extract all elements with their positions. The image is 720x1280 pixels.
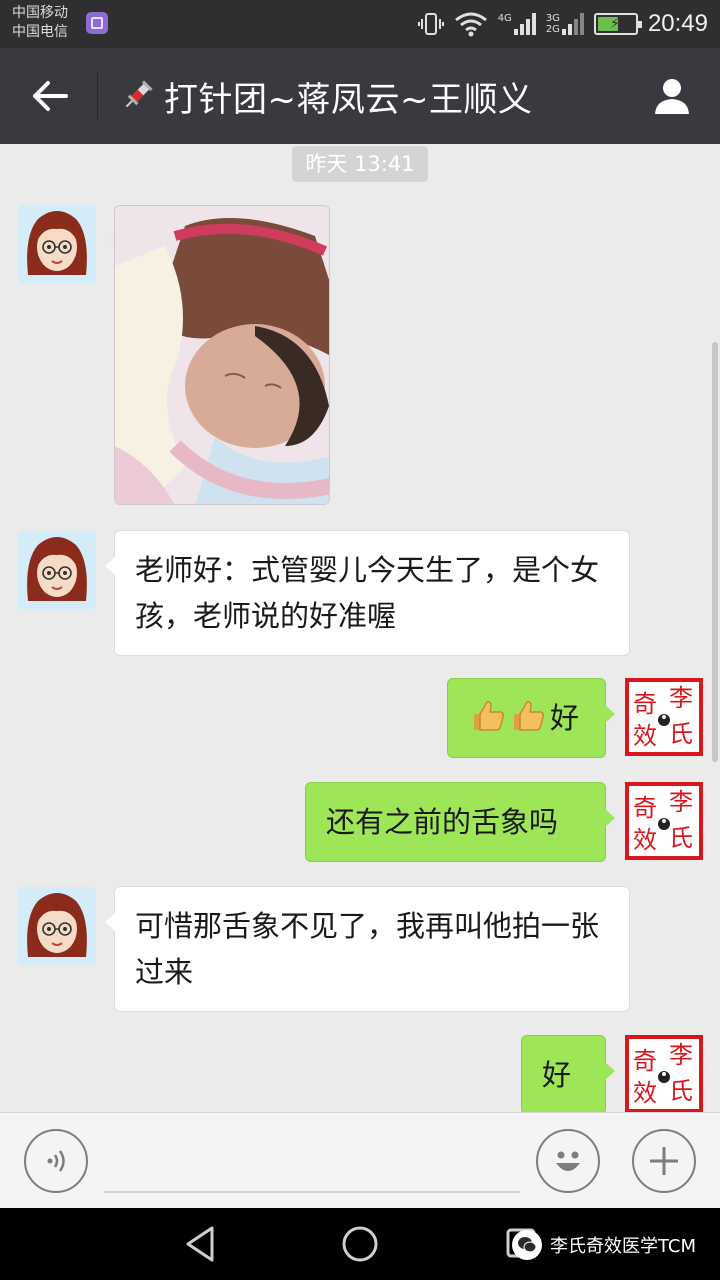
svg-text:氏: 氏 (669, 720, 693, 748)
system-nav-bar: 李氏奇效医学TCM (0, 1208, 720, 1280)
cartoon-girl-avatar-icon (18, 887, 96, 965)
nav-home-button[interactable] (338, 1222, 382, 1266)
seal-logo-icon: 奇 李 效 氏 (625, 678, 703, 756)
message-text: 好 (550, 701, 580, 735)
photo-bubble-tail (104, 232, 114, 250)
thumbs-up-icon (470, 698, 506, 734)
triangle-back-icon (186, 1226, 214, 1262)
outgoing-message[interactable]: 好 (521, 1035, 615, 1112)
svg-text:李: 李 (669, 1041, 693, 1069)
syringe-icon (125, 80, 153, 108)
network-4g-label: 4G (497, 13, 512, 24)
status-icons: 4G 3G 2G ⚡ 20:49 (417, 0, 708, 48)
title-bar: 打针团~蒋凤云~王顺义 (0, 48, 720, 144)
cartoon-girl-avatar-icon (18, 205, 96, 283)
outgoing-message[interactable]: 好 (447, 678, 615, 758)
wifi-icon (454, 11, 488, 37)
more-options-button[interactable] (632, 1129, 696, 1193)
svg-text:奇: 奇 (633, 794, 657, 822)
svg-text:奇: 奇 (633, 690, 657, 718)
person-icon (655, 79, 689, 114)
title-divider (97, 72, 98, 120)
svg-text:效: 效 (633, 826, 657, 854)
incoming-message[interactable]: 可惜那舌象不见了，我再叫他拍一张过来 (105, 886, 630, 1012)
circle-home-icon (342, 1226, 378, 1262)
newborn-photo (115, 206, 329, 504)
timestamp-pill: 昨天 13:41 (292, 146, 428, 182)
svg-text:李: 李 (669, 684, 693, 712)
cartoon-girl-avatar-icon (18, 531, 96, 609)
svg-text:效: 效 (633, 722, 657, 750)
watermark: 李氏奇效医学TCM (511, 1230, 696, 1260)
image-message[interactable] (114, 205, 330, 505)
svg-text:李: 李 (669, 788, 693, 816)
signal-3g-2g-icon: 3G 2G (546, 13, 584, 35)
message-input[interactable] (104, 1191, 520, 1193)
contact-avatar[interactable] (18, 205, 96, 283)
seal-logo-icon: 奇 李 效 氏 (625, 782, 703, 860)
back-button[interactable] (22, 72, 78, 120)
chat-title[interactable]: 打针团~蒋凤云~王顺义 (120, 48, 532, 144)
self-avatar-seal[interactable]: 奇 李 效 氏 (625, 678, 703, 756)
voice-icon (47, 1150, 65, 1172)
emoji-button[interactable] (536, 1129, 600, 1193)
vibrate-icon (417, 11, 444, 37)
self-avatar-seal[interactable]: 奇 李 效 氏 (625, 782, 703, 860)
incoming-message[interactable]: 老师好：式管婴儿今天生了，是个女孩，老师说的好准喔 (105, 530, 630, 656)
charging-icon: ⚡ (609, 16, 620, 32)
carrier-labels: 中国移动 中国电信 (12, 4, 68, 42)
gallery-notification-icon (86, 12, 108, 34)
carrier-1: 中国移动 (12, 5, 68, 21)
chat-title-text: 打针团~蒋凤云~王顺义 (164, 79, 533, 120)
signal-4g-icon: 4G (498, 13, 536, 35)
thumbs-up-icon (510, 698, 546, 734)
message-text: 老师好：式管婴儿今天生了，是个女孩，老师说的好准喔 (135, 553, 600, 633)
voice-toggle-button[interactable] (24, 1129, 88, 1193)
message-text: 可惜那舌象不见了，我再叫他拍一张过来 (135, 909, 600, 989)
outgoing-message[interactable]: 还有之前的舌象吗 (305, 782, 615, 862)
contact-avatar[interactable] (18, 531, 96, 609)
battery-icon: ⚡ (593, 13, 642, 35)
status-bar: 中国移动 中国电信 4G 3G 2G ⚡ 20:49 (0, 0, 720, 48)
chat-info-button[interactable] (648, 72, 696, 120)
network-2g-label: 2G (545, 24, 560, 35)
chat-area[interactable]: 昨天 13:41 老师好：式管婴儿今天生了，是个女孩，老师说的好准喔 好 奇 李… (0, 144, 720, 1112)
self-avatar-seal[interactable]: 奇 李 效 氏 (625, 1035, 703, 1112)
arrow-left-icon (33, 81, 68, 111)
network-3g-label: 3G (545, 13, 560, 24)
message-text: 还有之前的舌象吗 (326, 805, 559, 839)
svg-text:氏: 氏 (669, 1077, 693, 1105)
chat-scrollbar[interactable] (712, 342, 718, 762)
nav-back-button[interactable] (178, 1222, 222, 1266)
svg-text:奇: 奇 (633, 1047, 657, 1075)
seal-logo-icon: 奇 李 效 氏 (625, 1035, 703, 1112)
input-bar (0, 1112, 720, 1208)
svg-text:氏: 氏 (669, 824, 693, 852)
clock: 20:49 (647, 10, 708, 37)
svg-text:效: 效 (633, 1079, 657, 1107)
smiley-icon (556, 1151, 580, 1171)
wechat-logo-icon (511, 1230, 542, 1260)
watermark-text: 李氏奇效医学TCM (549, 1236, 696, 1257)
message-text: 好 (542, 1058, 572, 1092)
plus-icon (650, 1147, 678, 1175)
carrier-2: 中国电信 (12, 24, 68, 40)
contact-avatar[interactable] (18, 887, 96, 965)
